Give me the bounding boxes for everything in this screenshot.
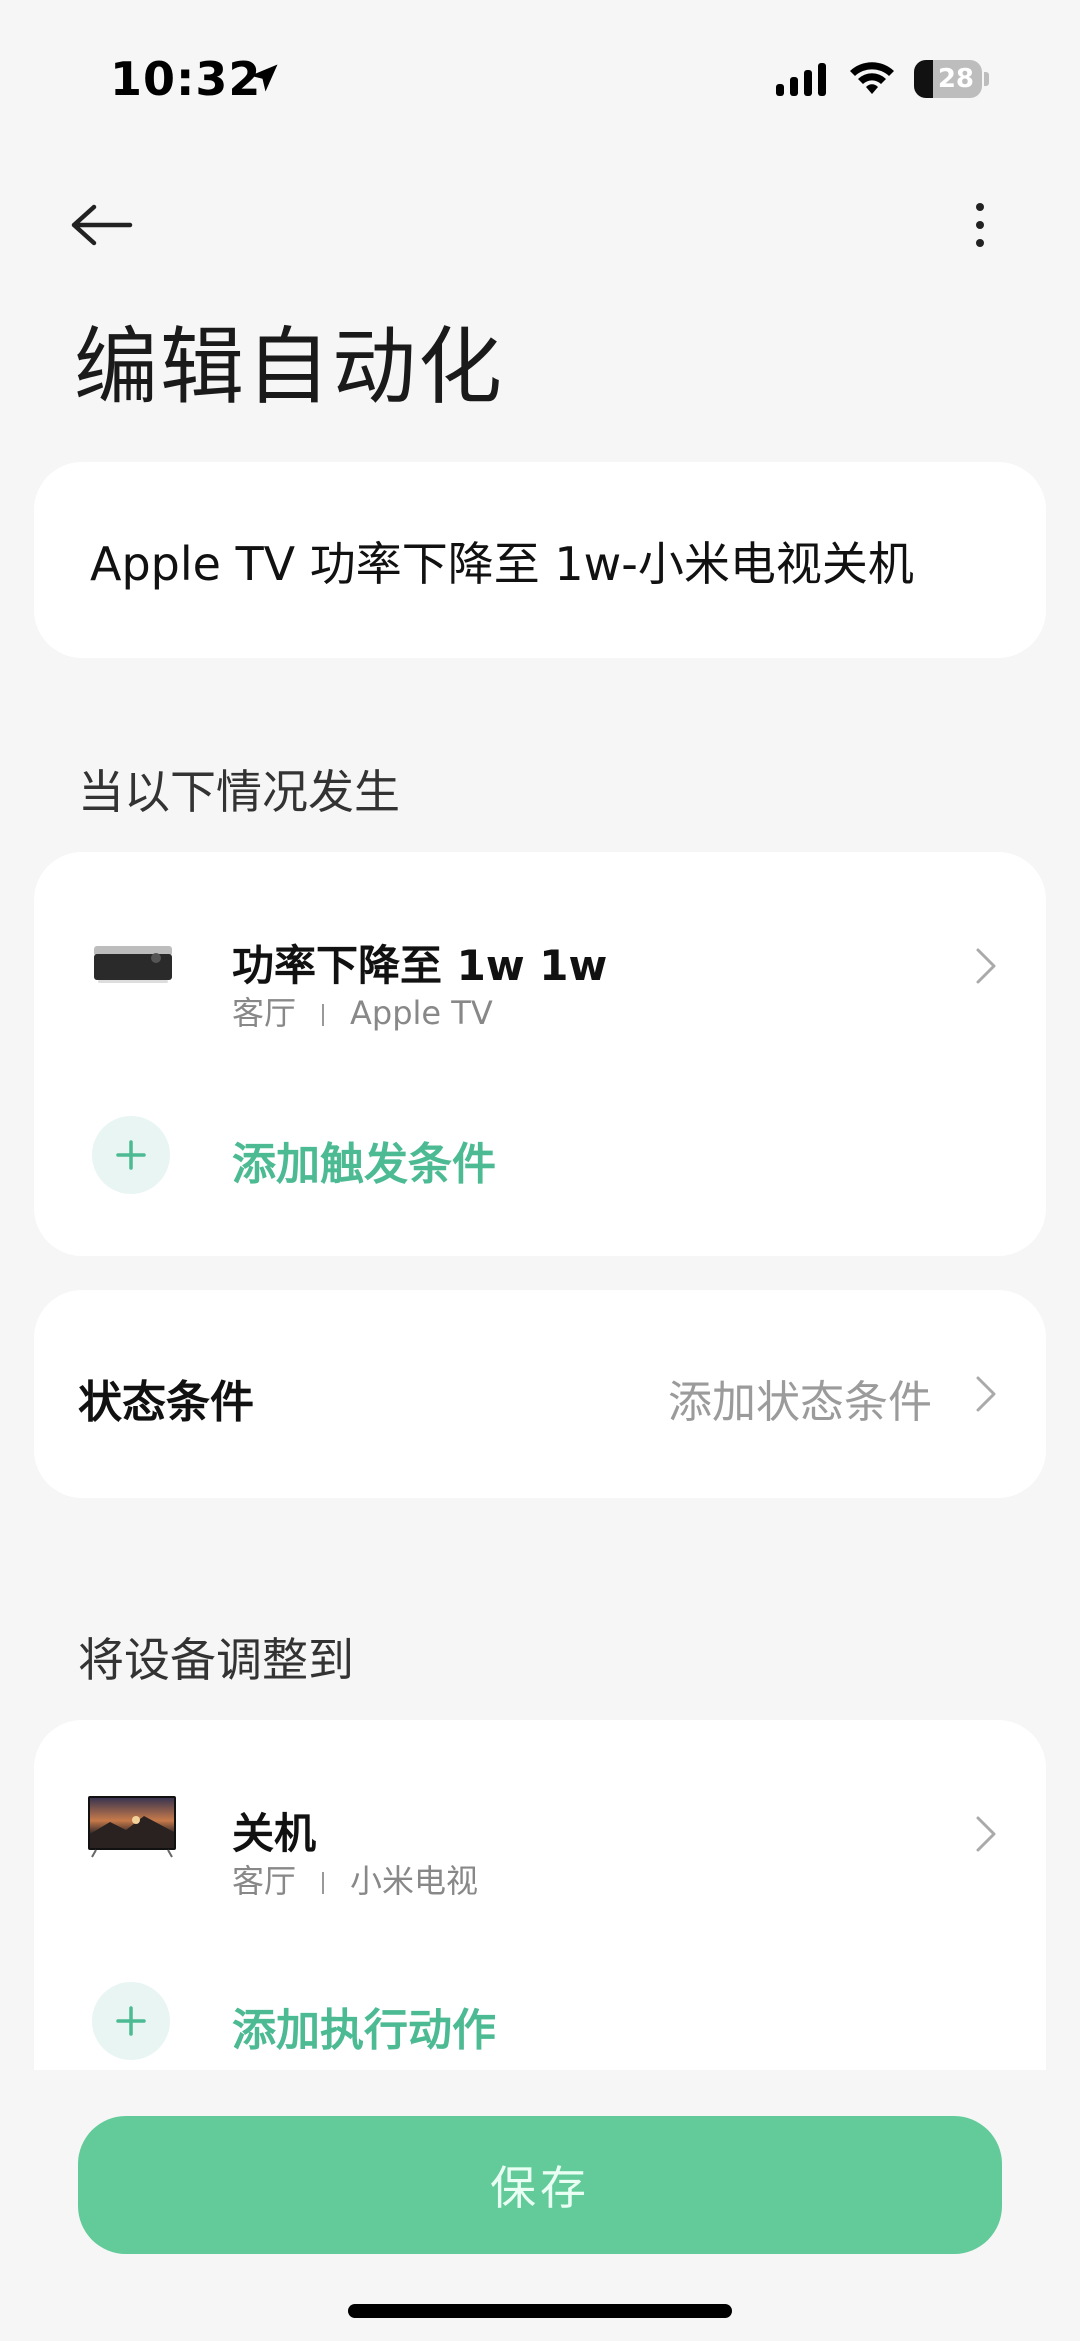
status-time: 10:32 <box>110 52 262 106</box>
action-card: 关机 客厅 小米电视 添加执行动作 <box>34 1720 1046 2080</box>
add-action-label: 添加执行动作 <box>232 2005 496 2056</box>
more-vertical-icon-dot <box>976 221 984 229</box>
add-state-condition-label: 添加状态条件 <box>668 1377 932 1428</box>
action-item-subtitle: 客厅 小米电视 <box>232 1856 478 1902</box>
trigger-item-title: 功率下降至 1w 1w <box>232 941 608 990</box>
state-conditions-label: 状态条件 <box>78 1377 254 1428</box>
add-action-button[interactable]: 添加执行动作 <box>34 1970 1046 2070</box>
arrow-left-icon <box>71 204 133 246</box>
status-bar: 10:32 28 <box>0 0 1080 160</box>
battery-level: 28 <box>937 64 974 94</box>
chevron-right-icon <box>976 1376 996 1412</box>
plus-circle <box>92 1116 170 1194</box>
action-item-room: 客厅 <box>232 1862 297 1900</box>
automation-name-card[interactable]: Apple TV 功率下降至 1w-小米电视关机 <box>34 462 1046 658</box>
add-trigger-button[interactable]: 添加触发条件 <box>34 1104 1046 1204</box>
trigger-item-device: Apple TV <box>350 994 493 1032</box>
action-item-title: 关机 <box>232 1809 317 1858</box>
plus-icon <box>116 2006 146 2036</box>
battery-body: 28 <box>914 60 982 98</box>
chevron-right-icon <box>976 1816 996 1852</box>
home-indicator[interactable] <box>348 2304 732 2318</box>
separator <box>322 1004 325 1026</box>
cellular-signal-icon <box>776 63 826 96</box>
more-vertical-icon <box>976 203 984 211</box>
more-options-button[interactable] <box>960 190 1000 260</box>
battery-indicator: 28 <box>914 60 989 98</box>
apple-tv-device-icon <box>94 946 172 983</box>
state-conditions-row[interactable]: 状态条件 添加状态条件 <box>34 1290 1046 1498</box>
action-section-label: 将设备调整到 <box>78 1633 354 1687</box>
trigger-item-subtitle: 客厅 Apple TV <box>232 988 493 1034</box>
page-title: 编辑自动化 <box>74 318 505 416</box>
location-arrow-icon <box>250 64 278 92</box>
plus-circle <box>92 1982 170 2060</box>
bottom-bar: 保存 <box>0 2070 1080 2341</box>
automation-name: Apple TV 功率下降至 1w-小米电视关机 <box>90 537 914 591</box>
wifi-icon <box>850 62 894 94</box>
battery-cap <box>984 72 989 86</box>
action-item-device: 小米电视 <box>350 1862 479 1900</box>
trigger-item[interactable]: 功率下降至 1w 1w 客厅 Apple TV <box>34 890 1046 1032</box>
trigger-section-label: 当以下情况发生 <box>78 765 400 819</box>
action-item[interactable]: 关机 客厅 小米电视 <box>34 1758 1046 1900</box>
chevron-right-icon <box>976 948 996 984</box>
trigger-item-room: 客厅 <box>232 994 297 1032</box>
plus-icon <box>116 1140 146 1170</box>
save-button[interactable]: 保存 <box>78 2116 1002 2254</box>
back-button[interactable] <box>70 190 150 260</box>
trigger-card: 功率下降至 1w 1w 客厅 Apple TV 添加触发条件 <box>34 852 1046 1256</box>
xiaomi-tv-device-icon <box>88 1796 176 1858</box>
add-trigger-label: 添加触发条件 <box>232 1139 496 1190</box>
separator <box>322 1872 325 1894</box>
more-vertical-icon-dot <box>976 239 984 247</box>
